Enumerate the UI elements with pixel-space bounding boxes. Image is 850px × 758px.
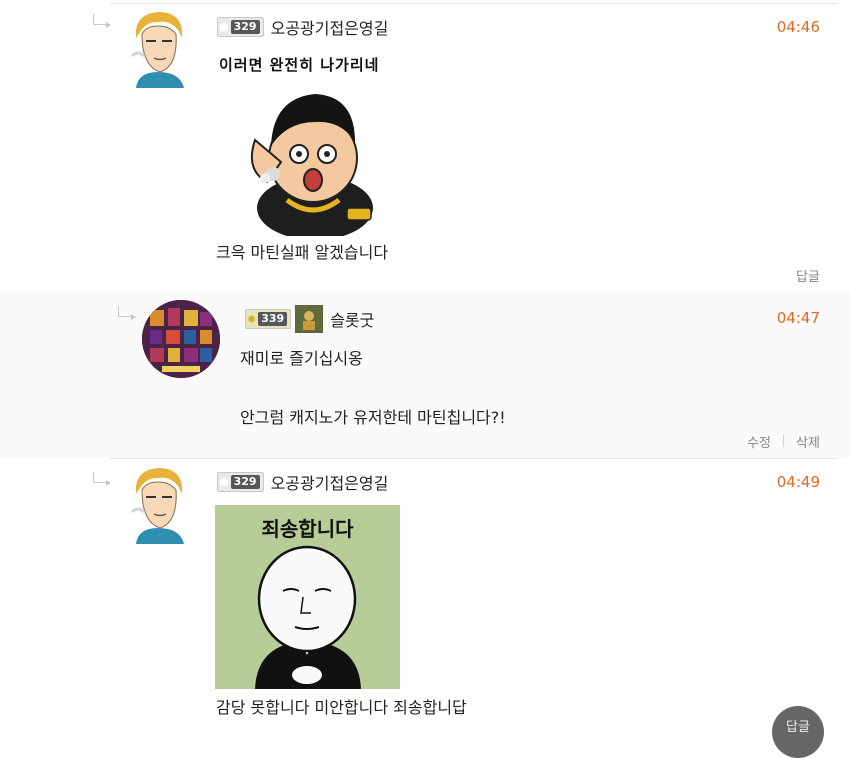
- level-badge: ✹ 339: [245, 309, 292, 329]
- member-badge-icon: [295, 305, 324, 333]
- comment-item: ✹ 339 슬롯굿 04:47 재미로 즐기십시옹 안그럼 캐지노가 유저한테 마…: [0, 292, 850, 459]
- author-name[interactable]: 슬롯굿: [330, 307, 374, 331]
- comment-item: ⬢ 329 오공광기접은영길 04:49 죄송합니다 감당 못합니다 미안합니다 …: [0, 458, 850, 728]
- level-badge: ⬢ 329: [217, 472, 264, 492]
- comment-time: 04:49: [776, 473, 820, 491]
- comment-text-line: 안그럼 캐지노가 유저한테 마틴칩니다?!: [240, 408, 506, 427]
- comment-header: ⬢ 329 오공광기접은영길: [217, 470, 388, 494]
- avatar[interactable]: [130, 466, 188, 544]
- comment-item: ⬢ 329 오공광기접은영길 04:46 이러면 완전히 나가리네 크윽 마틴실패…: [0, 0, 850, 293]
- sticker-image: 이러면 완전히 나가리네: [215, 50, 405, 236]
- avatar[interactable]: [142, 300, 220, 378]
- rank-icon: ⬢: [219, 475, 229, 489]
- action-divider: [783, 435, 784, 447]
- reply-button[interactable]: 답글: [796, 266, 820, 285]
- reply-arrow-icon: [118, 306, 136, 320]
- avatar[interactable]: [130, 10, 188, 88]
- comment-header: ⬢ 329 오공광기접은영길: [217, 15, 388, 39]
- sun-rank-icon: ✹: [247, 312, 257, 326]
- comment-text: 크윽 마틴실패 알겠습니다: [216, 243, 389, 262]
- delete-button[interactable]: 삭제: [796, 432, 820, 451]
- comment-text-line: 재미로 즐기십시옹: [240, 349, 363, 368]
- floating-reply-button[interactable]: 답글: [772, 706, 824, 758]
- edit-button[interactable]: 수정: [747, 432, 771, 451]
- level-badge: ⬢ 329: [217, 17, 264, 37]
- sticker-image: 죄송합니다: [215, 505, 400, 689]
- reply-arrow-icon: [93, 14, 111, 28]
- rank-icon: ⬢: [219, 20, 229, 34]
- reply-arrow-icon: [93, 472, 111, 486]
- author-name[interactable]: 오공광기접은영길: [271, 470, 389, 494]
- comment-time: 04:46: [776, 18, 820, 36]
- comment-header: ✹ 339 슬롯굿: [245, 305, 374, 333]
- author-name[interactable]: 오공광기접은영길: [271, 15, 389, 39]
- comment-text: 감당 못합니다 미안합니다 죄송합니답: [216, 698, 467, 717]
- comment-time: 04:47: [776, 309, 820, 327]
